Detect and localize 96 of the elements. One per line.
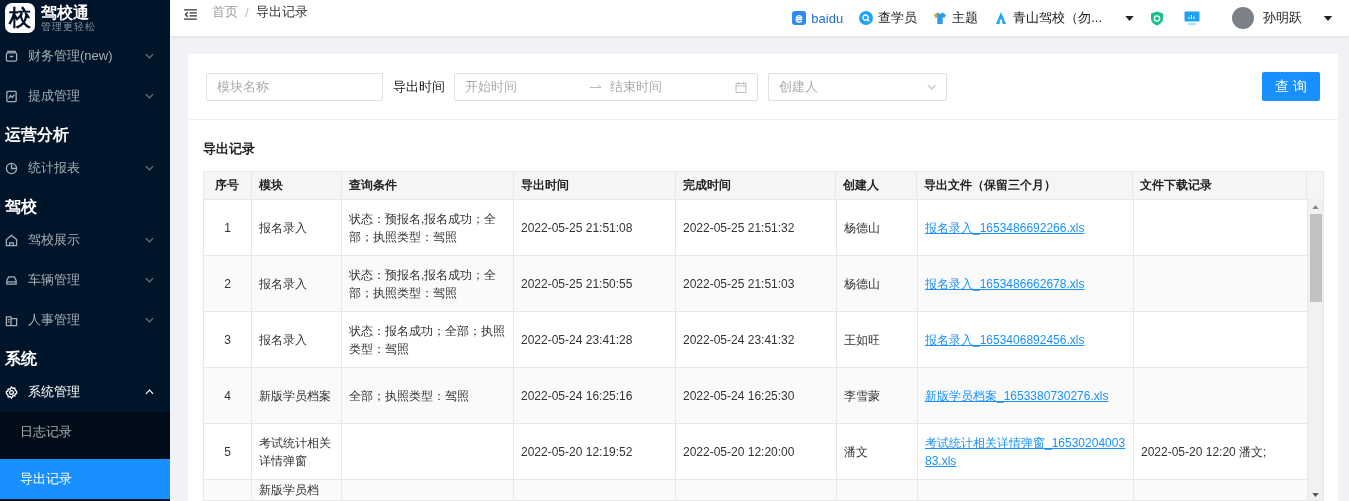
scrollbar[interactable] [1308,199,1323,500]
table-cell-text: 报名录入 [259,331,307,349]
header-link[interactable]: 主题 [952,9,979,27]
table-cell-text: 报名录入 [259,219,307,237]
header-link[interactable]: baidu [811,10,844,26]
caret-down-icon[interactable] [1323,15,1333,21]
school-logo-icon [994,11,1009,25]
table-cell-text: 李雪蒙 [844,387,880,405]
menu-group-heading: 系统 [4,349,38,369]
start-date-input[interactable]: 开始时间 [465,79,582,94]
column-header: 导出文件（保留三个月） [917,172,1134,199]
table-cell-text: 新版学员档 [259,482,319,499]
shield-icon[interactable] [1150,10,1164,26]
column-header: 导出时间 [513,172,676,199]
table-cell-text: 1 [224,219,231,237]
chevron-down-icon [145,237,154,243]
date-range-field[interactable]: 开始时间 结束时间 [454,72,758,101]
browser-e-icon [792,11,807,25]
table-cell-text: 状态：预报名,报名成功；全部；执照类型：驾照 [349,210,498,246]
board-icon [5,89,18,103]
field-label: 导出时间 [393,77,445,96]
breadcrumb-separator: / [245,4,249,20]
table-cell-text: 新版学员档案 [259,387,331,405]
table-cell-text: 2022-05-24 16:25:30 [683,387,795,405]
caret-down-icon[interactable] [1125,15,1134,21]
school-selector[interactable]: 青山驾校（勿... [1013,9,1102,27]
table-cell-text: 潘文 [844,443,868,461]
chevron-down-icon [145,165,154,171]
search-icon [859,11,874,25]
table-cell-text: 杨德山 [844,275,880,293]
scrollbar-thumb[interactable] [1309,214,1322,302]
column-header: 文件下载记录 [1133,172,1308,199]
table-cell-text: 状态：预报名,报名成功；全部；执照类型：驾照 [349,266,498,302]
chevron-down-icon [145,317,154,323]
chevron-down-icon [145,53,154,59]
table-cell-text: 状态：报名成功；全部；执照类型：驾照 [349,322,506,358]
table-cell-text: 5 [224,443,231,461]
column-header: 创建人 [836,172,918,199]
menu-item[interactable]: 统计报表 [0,148,170,188]
monitor-icon[interactable] [1184,11,1200,25]
wallet-icon [5,49,18,63]
table-cell-text: 杨德山 [844,219,880,237]
table-cell-text: 全部；执照类型：驾照 [349,387,469,405]
menu-group-heading: 驾校 [4,197,38,217]
column-header: 模块 [251,172,342,199]
logo-icon: 校 [5,3,35,33]
menu-group-heading: 运营分析 [4,125,70,145]
building-icon [5,233,18,247]
logo-name: 驾校通 [41,3,90,21]
table-cell-text: 2022-05-25 21:51:08 [521,219,633,237]
module-name-field[interactable]: 模块名称 [206,72,383,101]
table-cell-text: 2022-05-20 12:19:52 [521,443,633,461]
table-cell-text: 2022-05-20 12:20 潘文; [1141,443,1267,461]
table-cell-text: 考试统计相关详情弹窗 [259,434,332,470]
gear-icon [5,385,18,399]
menu-item[interactable]: 系统管理 [0,372,170,412]
menu-item[interactable]: 驾校展示 [0,220,170,260]
table-cell-text: 2022-05-25 21:51:03 [683,275,795,293]
table-cell-text: 2022-05-20 12:20:00 [683,443,795,461]
table-cell-text: 4 [224,387,231,405]
avatar[interactable] [1232,7,1254,29]
table-cell-text: 3 [224,331,231,349]
chevron-down-icon [926,83,936,90]
column-header: 完成时间 [675,172,837,199]
menu-item[interactable]: 车辆管理 [0,260,170,300]
table-cell-text: 2022-05-24 23:41:28 [521,331,633,349]
table-cell-text: 报名录入 [259,275,307,293]
scroll-down-icon[interactable] [1312,493,1319,497]
creator-select[interactable]: 创建人 [768,72,947,101]
scroll-up-icon[interactable] [1312,205,1319,209]
menu-item[interactable]: 提成管理 [0,76,170,116]
table-cell-text: 2022-05-25 21:50:55 [521,275,633,293]
submenu-item[interactable]: 日志记录 [0,412,170,452]
logo-slogan: 管理更轻松 [41,20,96,33]
table-cell-text: 2 [224,275,231,293]
chevron-up-icon [145,389,154,395]
menu-item[interactable]: 人事管理 [0,300,170,340]
end-date-input[interactable]: 结束时间 [610,79,727,94]
table-cell-text: 2022-05-24 23:41:32 [683,331,795,349]
chevron-down-icon [145,93,154,99]
pie-chart-icon [5,161,18,175]
calendar-icon [735,80,747,93]
shirt-icon [933,11,948,25]
section-title: 导出记录 [203,140,256,158]
menu-item[interactable]: 财务管理(new) [0,36,170,76]
column-header: 查询条件 [341,172,514,199]
table-cell-text: 王如旺 [844,331,880,349]
header-link[interactable]: 查学员 [878,9,918,27]
menu-fold-icon[interactable] [184,8,197,20]
creator-input[interactable]: 创建人 [779,79,927,94]
column-header: 序号 [204,172,252,199]
chevron-down-icon [145,277,154,283]
table-cell-text: 2022-05-25 21:51:32 [683,219,795,237]
table-cell-text: 2022-05-24 16:25:16 [521,387,633,405]
user-name[interactable]: 孙明跃 [1263,9,1302,27]
module-name-input[interactable]: 模块名称 [217,79,372,94]
